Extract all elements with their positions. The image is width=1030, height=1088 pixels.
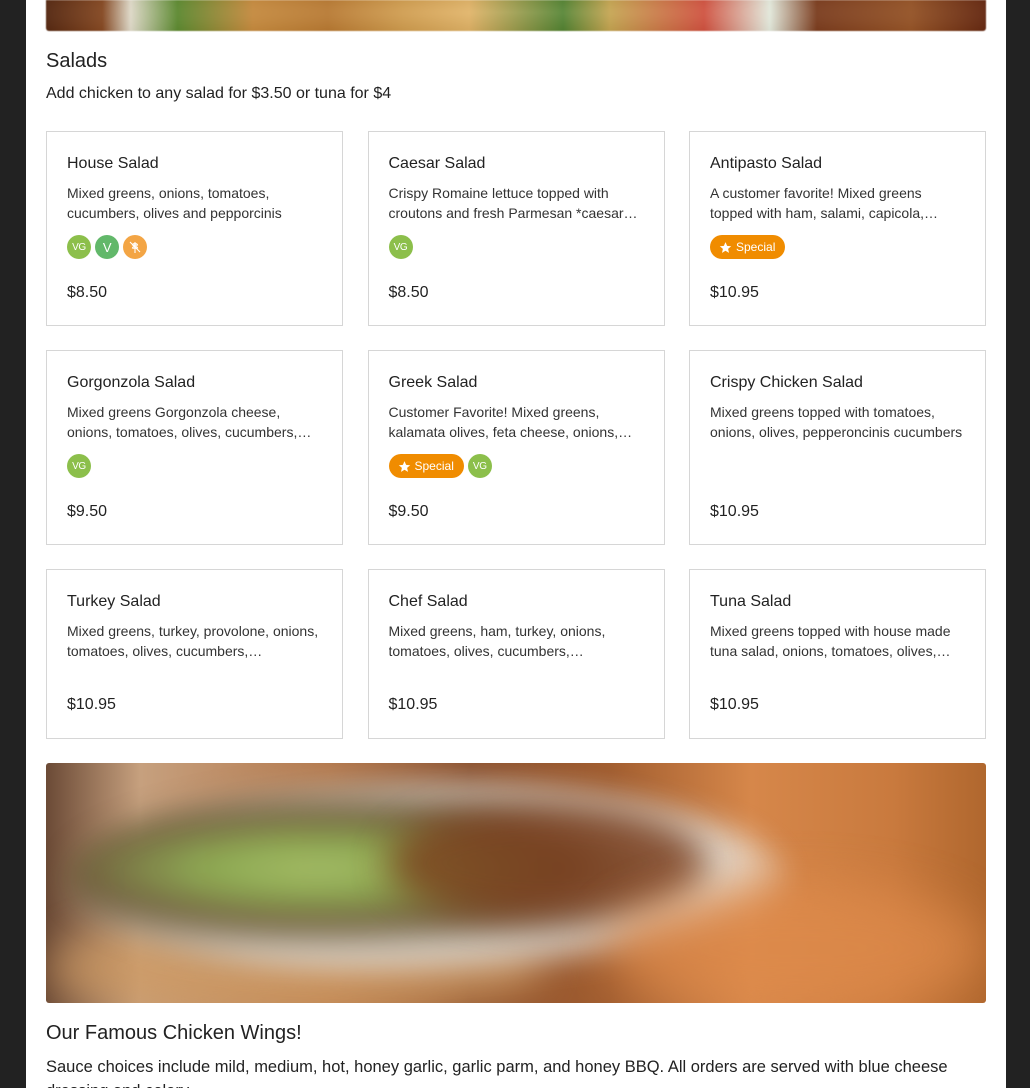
menu-item-name: Crispy Chicken Salad [710,374,863,391]
star-icon [719,241,732,253]
menu-item-badges [710,454,965,478]
star-icon [398,460,410,472]
vegan-badge: V [95,235,119,259]
salads-section-title: Salads [46,50,108,72]
menu-item-description: Customer Favorite! Mixed greens, kalamat… [388,404,619,440]
menu-item-crispy-chicken-salad[interactable]: Crispy Chicken Salad Mixed greens topped… [689,350,986,545]
menu-item-name: Gorgonzola Salad [67,374,196,391]
menu-item-description: Mixed greens topped with tomatoes, onion… [710,404,963,440]
menu-item-name: House Salad [67,155,159,172]
wings-banner-image [46,763,986,1003]
menu-item-badges: Special VG [388,454,644,478]
menu-item-price: $10.95 [710,284,759,301]
vegetarian-badge: VG [467,454,492,478]
menu-item-badges: VG [388,235,644,259]
menu-item-description: Mixed greens, turkey, provolone, onions,… [67,623,319,659]
vegetarian-badge: VG [388,235,413,259]
menu-item-price: $10.95 [67,696,116,713]
menu-item-price: $10.95 [388,696,438,713]
menu-item-name: Turkey Salad [67,593,161,610]
menu-item-greek-salad[interactable]: Greek Salad Customer Favorite! Mixed gre… [367,350,665,545]
salads-banner-image [46,0,986,31]
special-badge: Special [710,235,786,259]
menu-item-description: A customer favorite! Mixed greens topped… [710,185,924,221]
vegetarian-badge: VG [67,235,91,259]
menu-item-price: $9.50 [388,503,429,520]
menu-item-price: $10.95 [710,696,759,713]
menu-item-price: $9.50 [67,503,108,520]
menu-item-turkey-salad[interactable]: Turkey Salad Mixed greens, turkey, provo… [46,569,343,739]
menu-item-badges: VG [67,454,322,478]
menu-item-house-salad[interactable]: House Salad Mixed greens, onions, tomato… [46,131,343,326]
menu-item-description: Mixed greens, onions, tomatoes, cucumber… [67,185,282,221]
gluten-free-icon [123,235,147,259]
vegetarian-badge: VG [67,454,91,478]
menu-item-name: Caesar Salad [388,155,486,172]
menu-item-antipasto-salad[interactable]: Antipasto Salad A customer favorite! Mix… [689,131,986,326]
menu-item-caesar-salad[interactable]: Caesar Salad Crispy Romaine lettuce topp… [367,131,665,326]
wings-section-description: Sauce choices include mild, medium, hot,… [46,1058,948,1088]
menu-item-price: $8.50 [388,284,429,301]
menu-item-gorgonzola-salad[interactable]: Gorgonzola Salad Mixed greens Gorgonzola… [46,350,343,545]
menu-item-price: $10.95 [710,503,759,520]
menu-item-badges: Special [710,235,965,259]
salads-section-description: Add chicken to any salad for $3.50 or tu… [46,85,392,102]
special-badge-label: Special [414,459,454,473]
special-badge-label: Special [736,240,776,254]
menu-item-name: Greek Salad [388,374,478,391]
special-badge: Special [388,454,464,478]
menu-item-name: Chef Salad [388,593,468,610]
menu-page: Salads Add chicken to any salad for $3.5… [26,0,1006,1088]
menu-item-description: Mixed greens Gorgonzola cheese, onions, … [67,404,298,440]
menu-item-description: Mixed greens, ham, turkey, onions, tomat… [388,623,606,659]
wings-section-title: Our Famous Chicken Wings! [46,1022,302,1044]
menu-item-price: $8.50 [67,284,108,301]
menu-item-name: Tuna Salad [710,593,792,610]
menu-item-name: Antipasto Salad [710,155,823,172]
salads-menu-grid: House Salad Mixed greens, onions, tomato… [46,131,986,739]
menu-item-description: Crispy Romaine lettuce topped with crout… [388,185,624,221]
menu-item-description: Mixed greens topped with house made tuna… [710,623,951,659]
menu-item-tuna-salad[interactable]: Tuna Salad Mixed greens topped with hous… [689,569,986,739]
menu-item-badges: VG V [67,235,322,259]
menu-item-chef-salad[interactable]: Chef Salad Mixed greens, ham, turkey, on… [367,569,665,739]
